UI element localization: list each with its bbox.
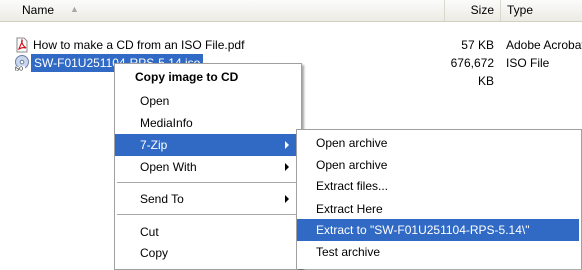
submenu-item-label: Open archive [316, 158, 388, 172]
menu-item-label: 7-Zip [140, 138, 168, 152]
column-name-header[interactable]: Name [0, 0, 444, 21]
menu-item-label: Open [140, 94, 170, 108]
column-header: Name ▲ Size Type [0, 0, 582, 22]
submenu-item-open-archive[interactable]: Open archive [297, 132, 581, 154]
sort-ascending-icon: ▲ [70, 4, 79, 14]
file-size: 57 KB [461, 38, 494, 52]
menu-item-label: MediaInfo [140, 116, 193, 130]
menu-item-cut[interactable]: Cut [115, 221, 324, 243]
menu-item-label: Send To [140, 192, 184, 206]
submenu-item-label: Extract to "SW-F01U251104-RPS-5.14\" [316, 223, 530, 237]
menu-item-open[interactable]: Open [115, 90, 324, 112]
submenu-item-extract-here[interactable]: Extract Here [297, 198, 581, 220]
pdf-icon [16, 37, 28, 53]
column-type-header[interactable]: Type [500, 0, 582, 21]
menu-separator [117, 182, 297, 183]
file-type: ISO File [506, 56, 550, 70]
file-name: How to make a CD from an ISO File.pdf [33, 38, 245, 52]
menu-item-mediainfo[interactable]: MediaInfo [115, 112, 324, 134]
svg-text:ISO: ISO [15, 67, 24, 72]
column-type-label: Type [507, 3, 534, 17]
submenu-item-label: Test archive [316, 245, 381, 259]
submenu-item-extract-files[interactable]: Extract files... [297, 175, 581, 197]
menu-item-send-to[interactable]: Send To [115, 188, 296, 210]
menu-item-copy-image-to-cd[interactable]: Copy image to CD [115, 66, 319, 88]
column-size-label: Size [470, 3, 494, 17]
file-row[interactable]: How to make a CD from an ISO File.pdf 57… [0, 36, 582, 54]
menu-separator [117, 214, 297, 215]
column-size-header[interactable]: Size [444, 0, 500, 21]
menu-item-label: Cut [140, 225, 159, 239]
submenu-arrow-icon [285, 141, 289, 149]
submenu-item-label: Extract files... [316, 179, 389, 193]
iso-disc-icon: ISO [14, 55, 29, 72]
submenu-item-label: Extract Here [316, 202, 383, 216]
menu-item-copy[interactable]: Copy [115, 242, 324, 264]
submenu-item-extract-to[interactable]: Extract to "SW-F01U251104-RPS-5.14\" [297, 219, 579, 241]
file-size: 676,672 KB [450, 56, 494, 88]
menu-item-label: Open With [140, 160, 197, 174]
menu-item-label: Copy [140, 246, 169, 260]
menu-item-label: Copy image to CD [135, 70, 239, 84]
submenu-item-test-archive[interactable]: Test archive [297, 241, 581, 263]
submenu-arrow-icon [285, 163, 289, 171]
context-menu: Copy image to CD Open MediaInfo 7-Zip Op… [114, 63, 302, 270]
menu-item-7zip[interactable]: 7-Zip [115, 134, 296, 156]
submenu-item-label: Open archive [316, 136, 388, 150]
file-type: Adobe Acrobat Doc [506, 38, 582, 52]
submenu-arrow-icon [285, 195, 289, 203]
sevenzip-submenu: Open archive Open archive Extract files.… [296, 129, 582, 269]
submenu-item-open-archive-2[interactable]: Open archive [297, 154, 581, 176]
column-name-label: Name [22, 3, 55, 17]
menu-item-open-with[interactable]: Open With [115, 156, 296, 178]
